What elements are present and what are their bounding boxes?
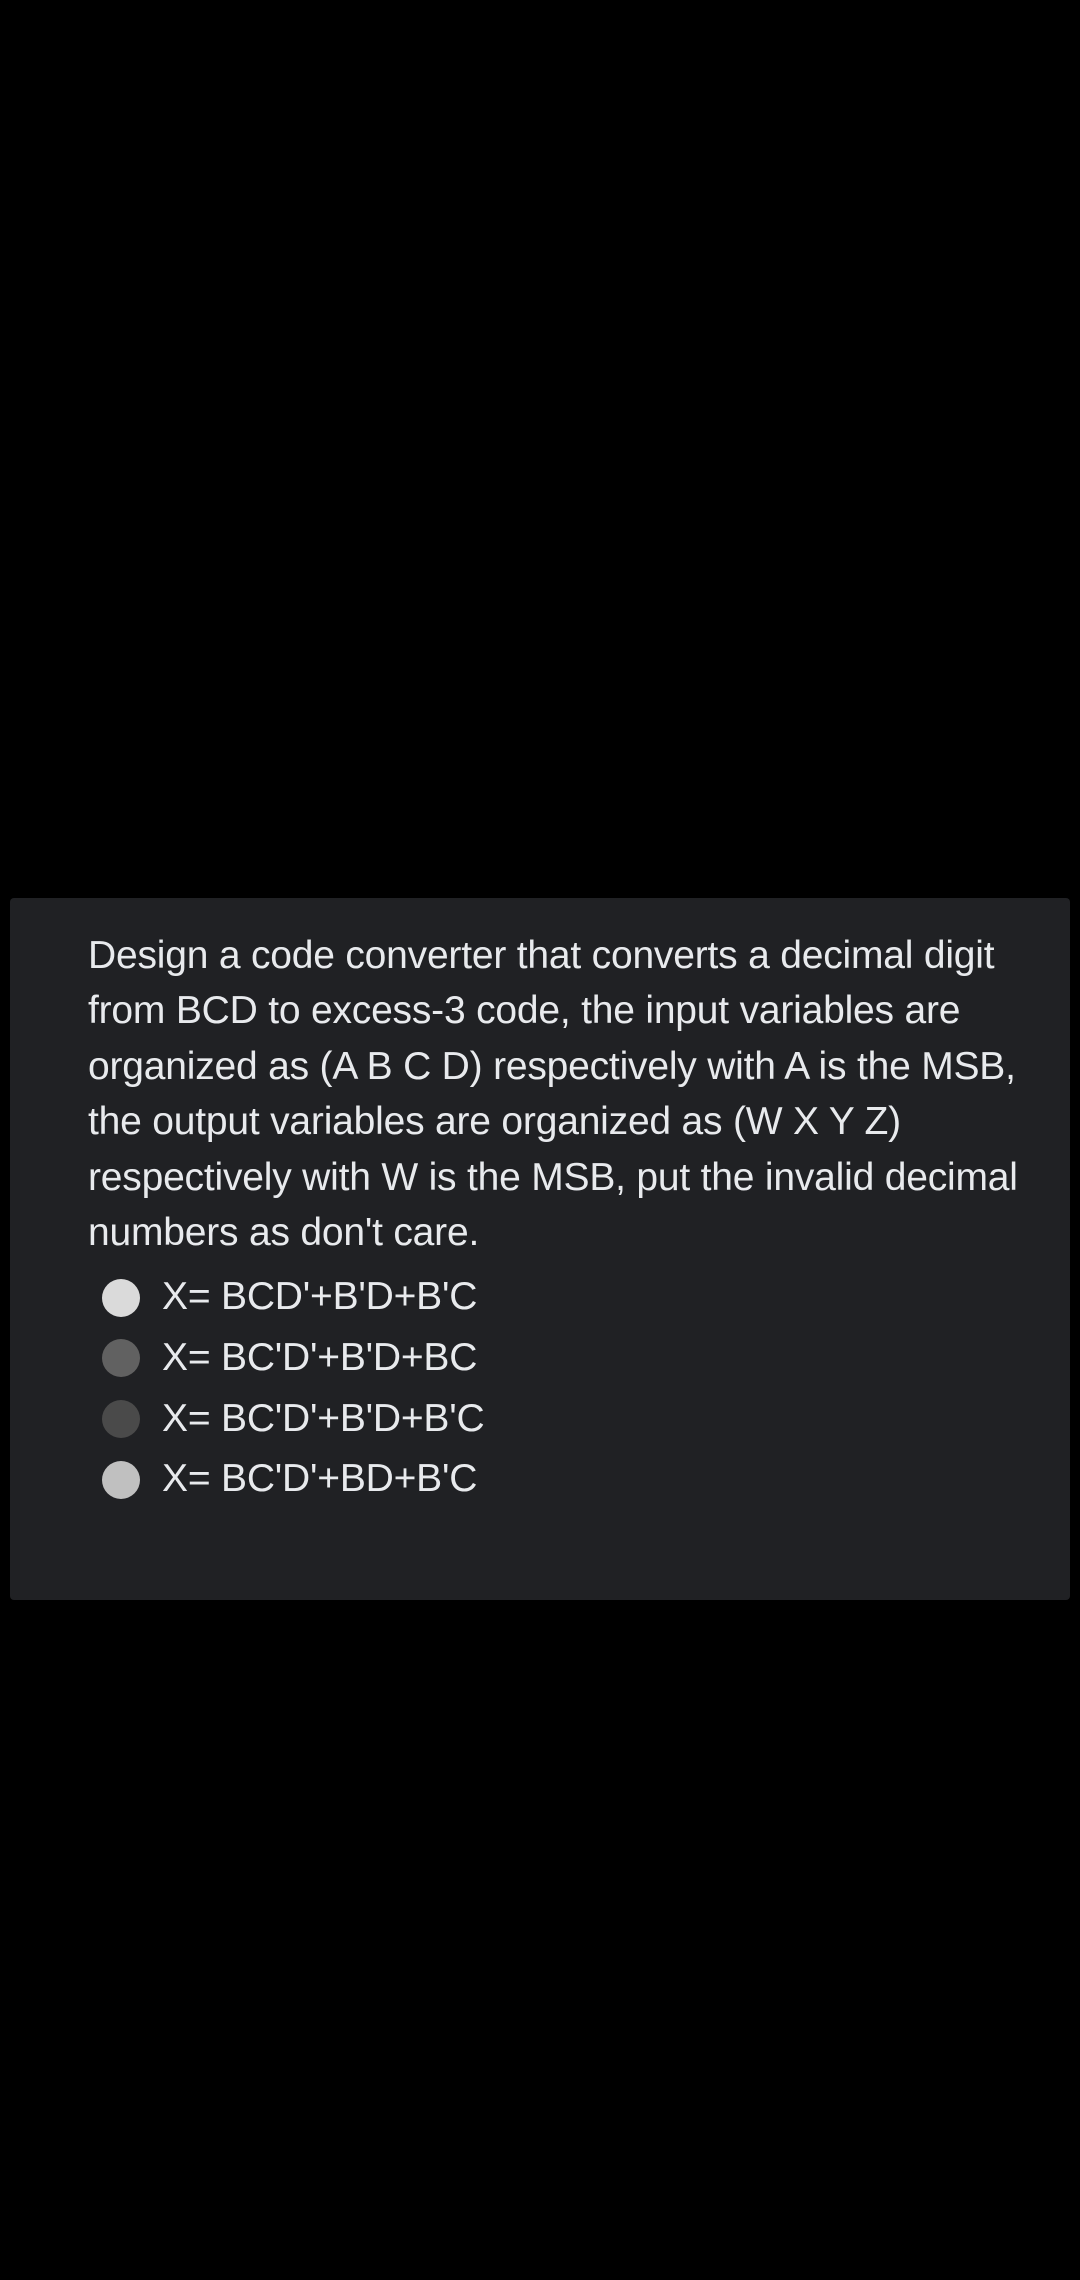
question-prompt: Design a code converter that converts a … xyxy=(88,928,1052,1260)
option-label: X= BC'D'+B'D+B'C xyxy=(162,1394,484,1445)
radio-icon[interactable] xyxy=(102,1461,140,1499)
options-list: X= BCD'+B'D+B'C X= BC'D'+B'D+BC X= BC'D'… xyxy=(88,1272,1052,1505)
option-label: X= BC'D'+B'D+BC xyxy=(162,1333,477,1384)
option-row[interactable]: X= BC'D'+BD+B'C xyxy=(102,1454,1052,1505)
option-row[interactable]: X= BCD'+B'D+B'C xyxy=(102,1272,1052,1323)
option-label: X= BCD'+B'D+B'C xyxy=(162,1272,477,1323)
radio-icon[interactable] xyxy=(102,1339,140,1377)
question-card: Design a code converter that converts a … xyxy=(10,898,1070,1600)
radio-icon[interactable] xyxy=(102,1400,140,1438)
option-label: X= BC'D'+BD+B'C xyxy=(162,1454,477,1505)
radio-icon[interactable] xyxy=(102,1279,140,1317)
option-row[interactable]: X= BC'D'+B'D+BC xyxy=(102,1333,1052,1384)
option-row[interactable]: X= BC'D'+B'D+B'C xyxy=(102,1394,1052,1445)
